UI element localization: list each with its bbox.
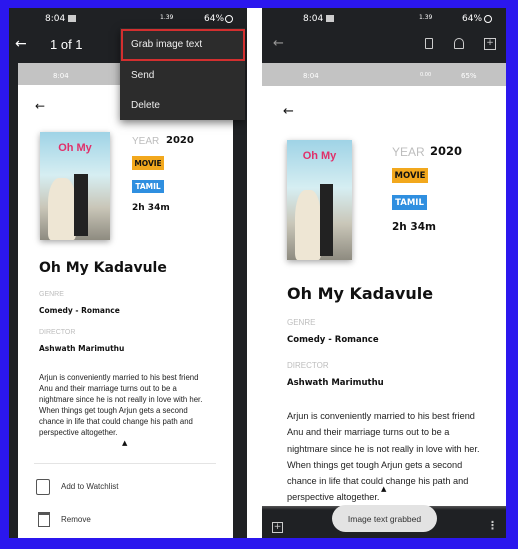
description-line: Anu and their marriage turns out to be a — [39, 384, 177, 393]
director-value: Ashwath Marimuthu — [287, 378, 384, 388]
collapse-caret-icon[interactable]: ▲ — [381, 485, 386, 493]
inner-net-speed: 0.00 — [420, 72, 432, 78]
poster-title: Oh My — [302, 150, 337, 162]
battery-icon — [225, 15, 233, 23]
add-to-watchlist-button[interactable]: Add to Watchlist — [61, 482, 119, 491]
movie-poster: Oh My — [287, 140, 352, 260]
genre-label: GENRE — [39, 291, 64, 298]
poster-figure — [320, 184, 333, 256]
director-label: DIRECTOR — [287, 361, 329, 370]
spacer — [247, 8, 262, 538]
reminder-bell-icon[interactable] — [454, 38, 464, 49]
remove-button[interactable]: Remove — [61, 515, 91, 524]
director-value: Ashwath Marimuthu — [39, 344, 125, 353]
description-line: perspective altogether. — [39, 428, 118, 437]
battery-icon — [484, 15, 492, 23]
poster-title: Oh My — [58, 142, 92, 154]
movie-description: Arjun is conveniently married to his bes… — [39, 372, 234, 438]
poster-figure — [295, 190, 321, 260]
toast-message: Image text grabbed — [332, 505, 437, 532]
poster-figure — [74, 174, 88, 236]
archive-icon[interactable]: + — [484, 38, 496, 50]
year-label: YEAR — [132, 136, 160, 147]
year-value: 2020 — [430, 144, 463, 158]
description-line: Anu and their marriage turns out to be a — [287, 427, 450, 438]
year-label: YEAR — [392, 145, 425, 159]
genre-value: Comedy - Romance — [39, 306, 120, 315]
description-line: nightmare since he is not really in love… — [39, 395, 203, 404]
movie-title: Oh My Kadavule — [39, 260, 167, 276]
menu-item-delete[interactable]: Delete — [131, 100, 160, 111]
description-line: perspective altogether. — [287, 492, 380, 503]
back-arrow-icon: ← — [283, 104, 294, 119]
type-badge: MOVIE — [392, 168, 428, 183]
status-time: 8:04 — [45, 14, 66, 24]
description-line: When things get tough Arjun gets a secon… — [287, 459, 463, 470]
battery-level: 64% — [204, 14, 225, 24]
image-notification-icon — [68, 15, 76, 22]
poster-figure — [48, 178, 76, 240]
collapse-caret-icon[interactable]: ▲ — [122, 439, 127, 447]
menu-item-grab-image-text[interactable]: Grab image text — [131, 39, 202, 50]
movie-poster: Oh My — [40, 132, 110, 240]
duration: 2h 34m — [392, 221, 436, 233]
duration: 2h 34m — [132, 203, 170, 213]
description-line: chance in life that could change his pat… — [39, 417, 193, 426]
year-value: 2020 — [166, 135, 194, 146]
movie-title: Oh My Kadavule — [287, 284, 434, 303]
description-line: Arjun is conveniently married to his bes… — [287, 411, 475, 421]
pin-icon[interactable] — [425, 38, 433, 49]
type-badge: MOVIE — [132, 156, 164, 170]
more-options-icon[interactable]: ⋮ — [487, 519, 498, 532]
net-speed: 1.39 — [160, 14, 174, 21]
description-line: Arjun is conveniently married to his bes… — [39, 373, 199, 382]
language-badge: TAMIL — [392, 195, 427, 210]
back-arrow-icon[interactable]: ← — [15, 36, 27, 52]
movie-description: Arjun is conveniently married to his bes… — [287, 408, 507, 506]
add-box-icon[interactable]: + — [272, 522, 283, 533]
language-badge: TAMIL — [132, 180, 164, 193]
inner-status-time: 8:04 — [53, 72, 69, 80]
back-arrow-icon: ← — [35, 99, 46, 113]
watchlist-icon[interactable] — [36, 479, 50, 495]
director-label: DIRECTOR — [39, 329, 76, 336]
inner-status-time: 8:04 — [303, 72, 319, 80]
inner-battery-level: 65% — [461, 72, 477, 80]
page-counter: 1 of 1 — [50, 37, 83, 52]
description-line: chance in life that could change his pat… — [287, 476, 469, 487]
battery-level: 64% — [462, 14, 483, 24]
image-notification-icon — [326, 15, 334, 22]
net-speed: 1.39 — [419, 14, 433, 21]
description-line: nightmare since he is not really in love… — [287, 443, 480, 454]
status-time: 8:04 — [303, 14, 324, 24]
back-arrow-icon[interactable]: ← — [273, 36, 284, 51]
divider — [34, 463, 216, 464]
genre-value: Comedy - Romance — [287, 335, 379, 345]
trash-icon[interactable] — [38, 512, 50, 527]
overflow-menu: Grab image text Send Delete — [120, 28, 245, 120]
description-line: When things get tough Arjun gets a secon… — [39, 406, 188, 415]
menu-item-send[interactable]: Send — [131, 70, 154, 81]
genre-label: GENRE — [287, 318, 316, 327]
